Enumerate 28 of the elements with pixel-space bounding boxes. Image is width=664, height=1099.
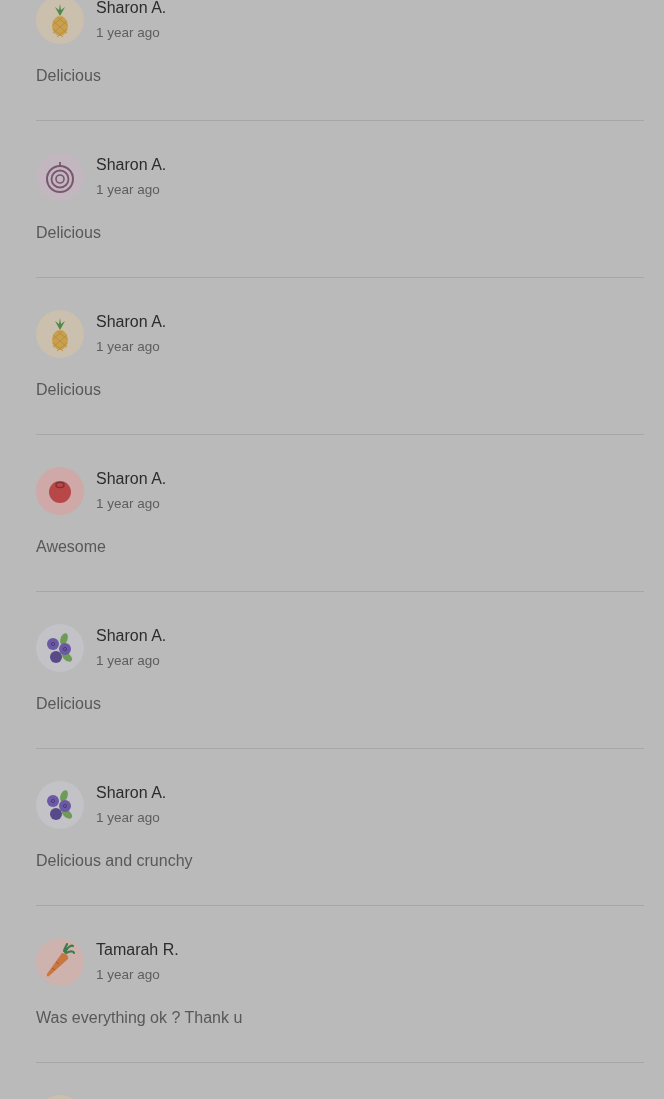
carrot-icon — [36, 938, 84, 986]
reviewer-name: Sharon A. — [96, 785, 167, 801]
review-comment: Delicious — [36, 223, 102, 243]
review-comment: Awesome — [36, 537, 107, 557]
blueberries-icon — [36, 781, 84, 829]
reviewer-name: Sharon A. — [96, 157, 167, 173]
review-time: 1 year ago — [96, 338, 161, 356]
review-time: 1 year ago — [96, 652, 161, 670]
review-time: 1 year ago — [96, 24, 161, 42]
review-time: 1 year ago — [96, 181, 161, 199]
review-time: 1 year ago — [96, 495, 161, 513]
review-comment: Delicious — [36, 66, 102, 86]
onion-icon — [36, 153, 84, 201]
reviewer-name: Sharon A. — [96, 0, 167, 16]
review-comment: Delicious — [36, 380, 102, 400]
blueberries-icon — [36, 624, 84, 672]
reviewer-name: Sharon A. — [96, 471, 167, 487]
review-time: 1 year ago — [96, 809, 161, 827]
review-comment: Delicious and crunchy — [36, 851, 194, 871]
review-comment: Delicious — [36, 694, 102, 714]
review-comment: Was everything ok ? Thank u — [36, 1008, 244, 1028]
reviewer-name: Sharon A. — [96, 314, 167, 330]
pineapple-icon — [36, 310, 84, 358]
tomato-icon — [36, 467, 84, 515]
pineapple-icon — [36, 0, 84, 44]
reviewer-name: Tamarah R. — [96, 942, 179, 958]
review-time: 1 year ago — [96, 966, 161, 984]
reviewer-name: Sharon A. — [96, 628, 167, 644]
